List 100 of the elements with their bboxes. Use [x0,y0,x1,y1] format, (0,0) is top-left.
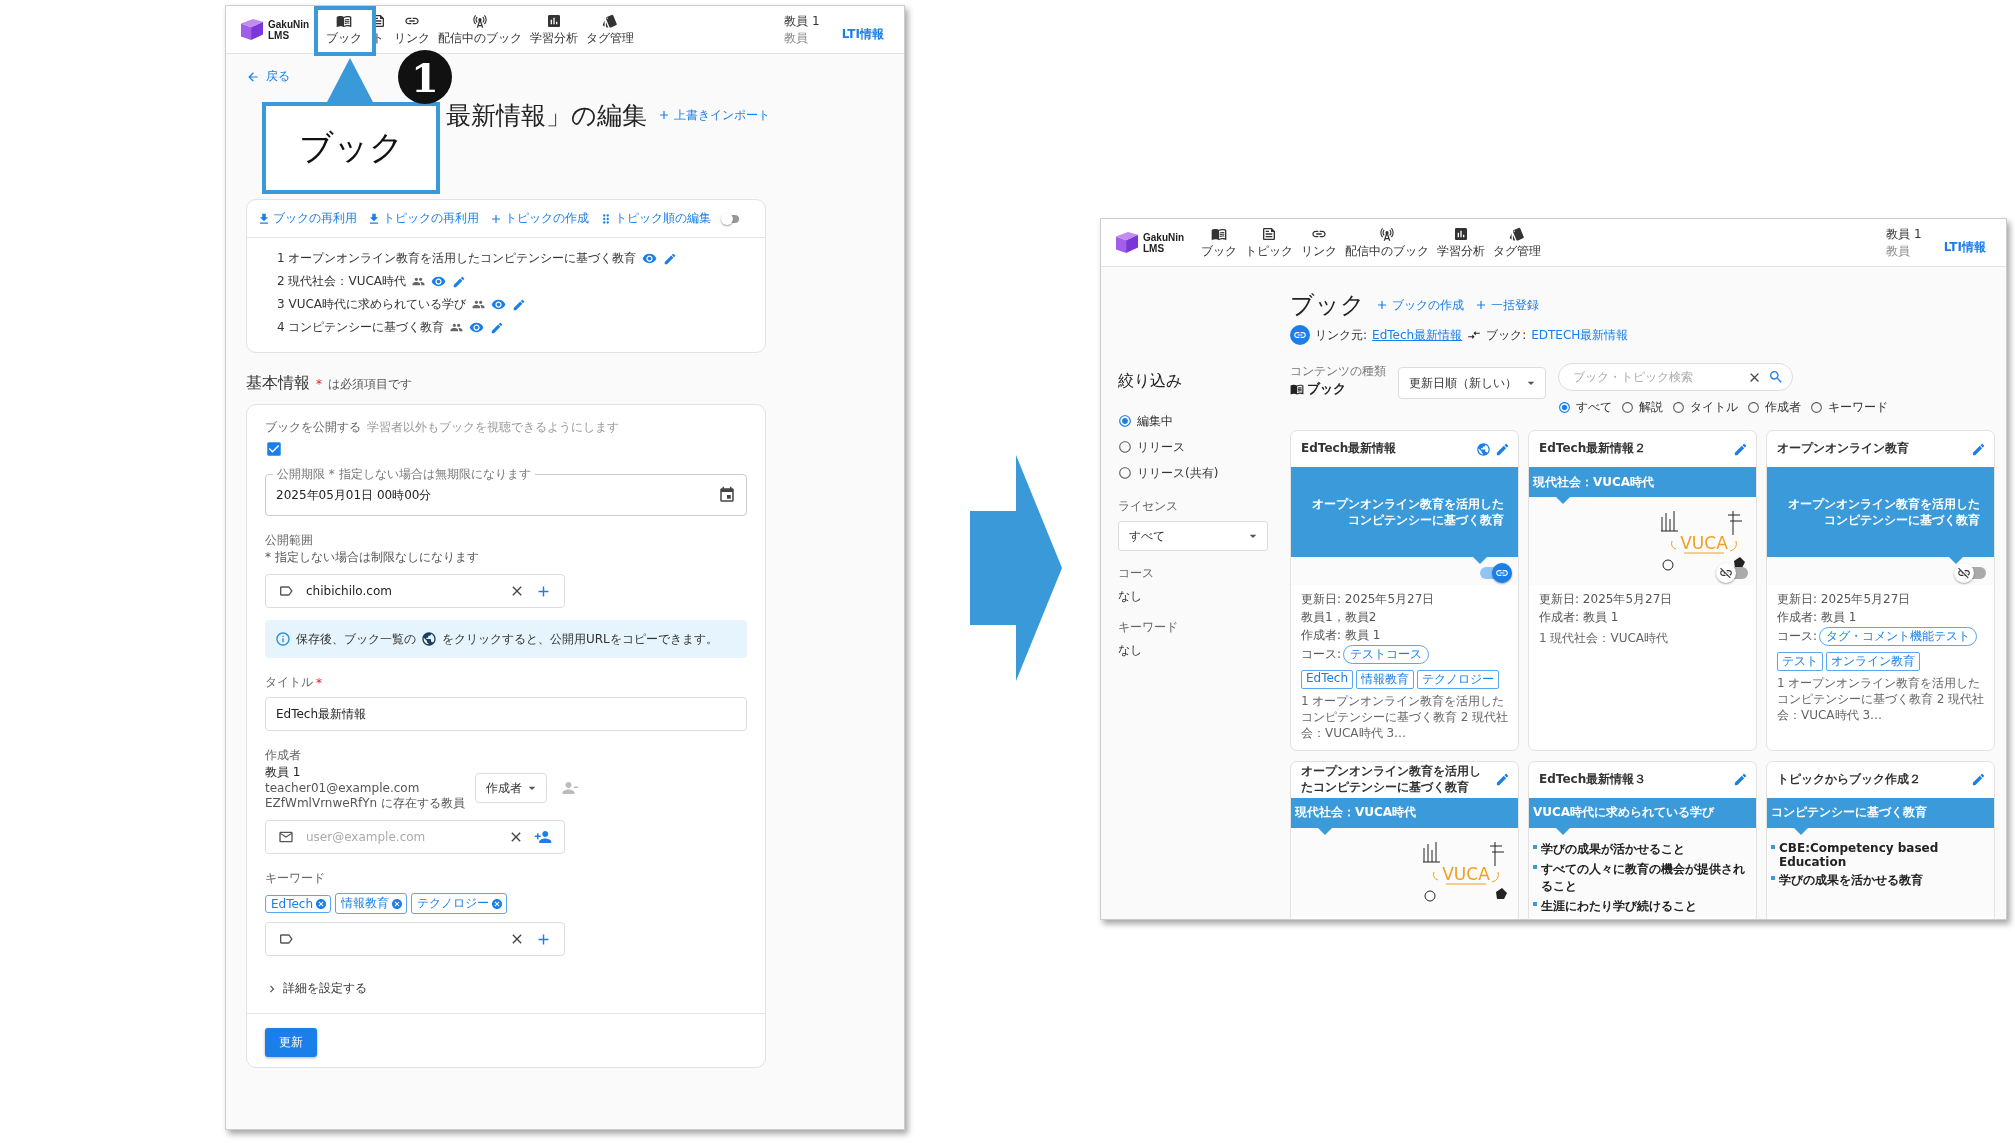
keyword-tag: テクノロジー [1417,670,1500,689]
preview-icon[interactable] [491,297,507,312]
callout-label: ブック [262,102,440,194]
action-link[interactable]: ブックの作成 [1375,296,1464,314]
book-card[interactable]: オープンオンライン教育を活用したコンピテンシーに基づく教育 現代社会：VUCA時代 VUCA [1290,760,1519,919]
nav-item[interactable]: タグ管理 [582,12,638,47]
link-toggle[interactable] [1478,563,1512,583]
edit-icon[interactable] [1971,772,1986,788]
topic-title[interactable]: 3 VUCA時代に求められている学び [277,296,467,313]
preview-icon[interactable] [642,251,658,266]
license-select[interactable]: すべて [1118,521,1268,551]
status-radio[interactable]: リリース [1118,434,1278,460]
link-toggle[interactable] [1954,563,1988,583]
book-card[interactable]: トピックからブック作成２ コンピテンシーに基づく教育 CBE:Competency based Education 学びの成果を活かせる教育 [1766,760,1995,919]
text-input[interactable]: user@example.com [304,829,498,845]
book-card[interactable]: EdTech最新情報 オープンオンライン教育を活用したコンピテンシーに基づく教育 更新日: 2025年5月27日 教員1，教員2 作成者: 教員 1 コース: テストコース EdTech 情報教育 テクノロジー 1 オープンオンライン教育を活用したコンピテンシーに基づく教育 2 現代社会：VUCA時代 3… [1290,430,1519,751]
preview-icon[interactable] [469,320,485,335]
edit-icon[interactable] [1495,772,1510,788]
remove-icon[interactable] [391,897,404,910]
calendar-icon[interactable] [718,486,736,504]
import-link[interactable]: 上書きインポート [657,106,770,124]
edit-icon[interactable] [452,274,467,289]
scope-radio[interactable]: タイトル [1672,394,1738,420]
email-field[interactable]: user@example.com [265,820,565,854]
toolbar-button[interactable]: トピックの作成 [489,210,589,227]
scope-radio[interactable]: すべて [1558,394,1612,420]
link-toggle[interactable] [1716,563,1750,583]
banner-pointer [1556,827,1571,835]
topic-title[interactable]: 4 コンピテンシーに基づく教育 [277,319,445,336]
slide-bullet: 学びの成果を活かせる教育 [1771,871,1994,889]
unlink-icon [1957,566,1971,580]
required-note: は必須項目です [328,376,412,393]
lti-link[interactable]: LTI情報 [1943,239,1986,256]
remove-icon[interactable] [315,897,328,910]
arrow-icon [970,455,1062,681]
sort-select[interactable]: 更新日順（新しい） [1398,367,1546,399]
banner-pointer [1794,827,1809,835]
nav-item[interactable]: タグ管理 [1489,225,1545,260]
lti-link[interactable]: LTI情報 [841,26,884,43]
status-radio[interactable]: リリース(共有) [1118,460,1278,486]
reorder-toggle[interactable] [721,211,741,226]
role-select[interactable]: 作成者 [474,773,547,803]
edit-icon[interactable] [663,251,678,266]
text-input[interactable]: chibichilo.com [304,583,499,599]
linked-book[interactable]: EDTECH最新情報 [1531,326,1629,344]
link-source[interactable]: EdTech最新情報 [1372,326,1463,344]
keyword-field[interactable] [265,922,565,956]
status-radio[interactable]: 編集中 [1118,408,1278,434]
keyword-chip[interactable]: テクノロジー [411,893,508,914]
nav-item[interactable]: ブック [1197,225,1241,260]
book-card[interactable]: EdTech最新情報３ VUCA時代に求められている学び 学びの成果が活かせること すべての人々に教育の機会が提供されること 生涯にわたり学び続けること [1528,760,1757,919]
text-input[interactable]: ブック・トピック検索 [1571,369,1741,385]
globe-icon[interactable] [1476,441,1491,457]
card-summary: 1 オープンオンライン教育を活用したコンピテンシーに基づく教育 2 現代社会：VUCA時代 3… [1777,675,1986,724]
edit-icon[interactable] [490,320,505,335]
remove-icon[interactable] [491,897,504,910]
nav-item[interactable]: 配信中のブック [1341,225,1433,260]
tag-icon [1509,225,1525,242]
update-button[interactable]: 更新 [265,1028,317,1057]
nav-item[interactable]: リンク [1297,225,1341,260]
nav-item[interactable]: ブック [322,12,366,47]
title-field[interactable]: EdTech最新情報 [265,697,747,731]
edit-icon[interactable] [512,297,527,312]
nav-item[interactable]: トピック [1241,225,1297,260]
edit-icon[interactable] [1733,441,1748,457]
details-toggle[interactable]: 詳細を設定する [265,980,367,997]
person-add-icon[interactable] [534,828,552,846]
info-text: をクリックすると、公開用URLをコピーできます。 [442,630,718,648]
topic-title[interactable]: 1 オープンオンライン教育を活用したコンピテンシーに基づく教育 [277,250,637,267]
slide-banner: 現代社会：VUCA時代 [1529,467,1756,497]
scope-radio[interactable]: 解説 [1621,394,1663,420]
scope-field[interactable]: chibichilo.com [265,574,565,608]
toolbar-button[interactable]: ブックの再利用 [257,210,357,227]
card-summary: 1 オープンオンライン教育を活用したコンピテンシーに基づく教育 2 現代社会：VUCA時代 3… [1301,693,1510,742]
preview-icon[interactable] [431,274,447,289]
scope-radio[interactable]: キーワード [1810,394,1888,420]
checkbox[interactable] [265,440,283,458]
action-link[interactable]: 一括登録 [1474,296,1539,314]
edit-icon[interactable] [1733,772,1748,788]
toolbar-button[interactable]: トピックの再利用 [367,210,479,227]
filter-title: 絞り込み [1118,371,1183,392]
toolbar-button[interactable]: トピック順の編集 [599,210,711,227]
field-label: タイトル [265,674,313,691]
edit-icon[interactable] [1495,441,1510,457]
book-card[interactable]: オープンオンライン教育 オープンオンライン教育を活用したコンピテンシーに基づく教育 更新日: 2025年5月27日 作成者: 教員 1 コース: タグ・コメント機能テスト テスト オンライン教育 1 オープンオンライン教育を活用したコンピテンシーに基づく教育 2 現代社会：VUCA時代 3… [1766,430,1995,751]
topic-title[interactable]: 2 現代社会：VUCA時代 [277,273,407,290]
search-icon[interactable] [1768,369,1784,385]
nav-item[interactable]: 学習分析 [526,12,582,47]
back-link[interactable]: 戻る [246,68,290,85]
scope-radio[interactable]: 作成者 [1747,394,1801,420]
nav-item[interactable]: リンク [390,12,434,47]
nav-item[interactable]: ト [366,12,390,47]
author-name: 教員 1 [265,764,302,781]
search-field[interactable]: ブック・トピック検索 [1558,363,1793,391]
nav-item[interactable]: 配信中のブック [434,12,526,47]
book-card[interactable]: EdTech最新情報２ 現代社会：VUCA時代 VUCA 更新日: 2025年5月27日 作成者: 教員 1 1 現代社会：VUCA時代 [1528,430,1757,751]
keyword-chip[interactable]: EdTech [265,894,332,913]
keyword-chip[interactable]: 情報教育 [335,893,408,914]
nav-item[interactable]: 学習分析 [1433,225,1489,260]
edit-icon[interactable] [1971,441,1986,457]
